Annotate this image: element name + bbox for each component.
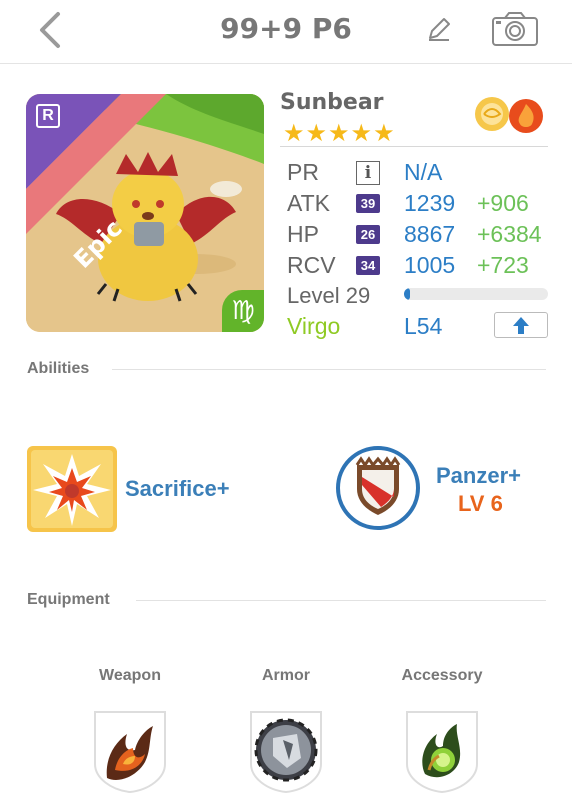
level-progress-fill [404,288,410,300]
ability-sacrifice[interactable] [27,446,117,532]
fire-icon [509,99,543,133]
atk-bonus: +906 [477,190,529,216]
zodiac-level: L54 [404,313,443,339]
ability-panzer[interactable] [335,445,421,531]
info-icon[interactable]: i [356,161,380,185]
level-progress-bar [404,288,548,300]
rcv-level-badge: 34 [356,256,380,275]
equipment-divider [136,600,546,601]
rcv-label: RCV [287,252,336,278]
star-rating: ★★★★★ [283,120,396,147]
ability-level-panzer: LV 6 [458,491,503,516]
atk-label: ATK [287,190,331,216]
ability-name-panzer: Panzer+ [436,463,521,488]
page-title: 99+9 P6 [220,12,352,45]
abilities-divider [112,369,546,370]
fire-claw-icon [94,711,166,794]
dark-shield-icon [250,711,322,794]
hp-label: HP [287,221,319,247]
camera-icon [492,12,538,46]
weapon-slot[interactable] [87,704,173,794]
green-orb-icon [406,711,478,794]
pencil-icon [429,18,450,41]
hp-bonus: +6384 [477,221,542,247]
zodiac-name: Virgo [287,313,341,339]
hp-value: 8867 [404,221,456,247]
rcv-bonus: +723 [477,252,529,278]
level-label: Level 29 [287,283,371,308]
stats-divider [280,146,548,147]
armor-slot[interactable] [243,704,329,794]
arrow-up-icon [513,317,529,334]
element-icons [470,90,550,136]
pr-label: PR [287,159,319,185]
light-cloud-icon [475,97,509,131]
abilities-section-title: Abilities [27,360,90,377]
pr-value: N/A [404,159,443,185]
rarity-r-badge: R [36,104,60,128]
accessory-slot[interactable] [399,704,485,794]
accessory-label: Accessory [401,667,483,684]
armor-label: Armor [261,667,310,684]
equipment-section-title: Equipment [27,591,110,608]
shield-icon [336,446,420,530]
hp-level-badge: 26 [356,225,380,244]
zodiac-upgrade-button[interactable] [494,312,548,338]
edit-button[interactable] [424,14,454,44]
monster-portrait: R Epic ♍ [26,94,264,332]
rcv-value: 1005 [404,252,456,278]
top-nav-bar: 99+9 P6 [0,0,572,64]
zodiac-badge: ♍ [222,290,264,332]
explosion-icon [27,446,117,532]
monster-name: Sunbear [280,90,384,115]
atk-value: 1239 [404,190,456,216]
weapon-label: Weapon [99,667,161,684]
camera-button[interactable] [490,10,540,48]
ability-name-sacrifice: Sacrifice+ [125,476,230,501]
atk-level-badge: 39 [356,194,380,213]
